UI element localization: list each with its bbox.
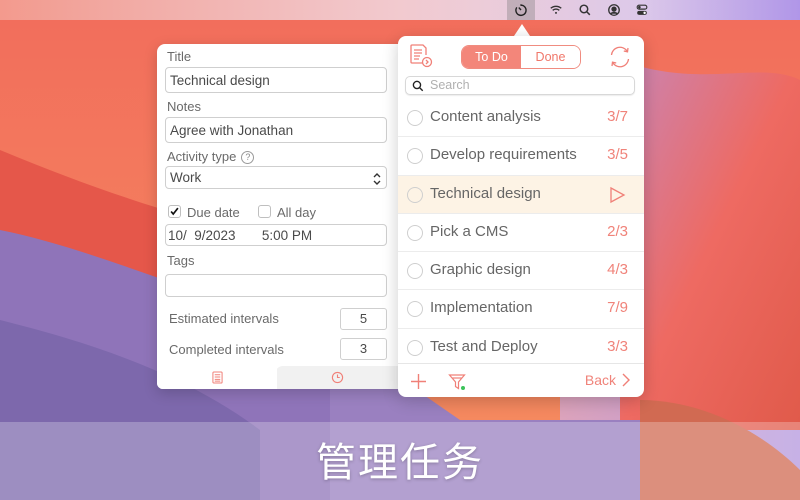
due-date-picker[interactable]: 10/ 9/2023 5:00 PM	[165, 224, 387, 246]
task-name: Pick a CMS	[430, 222, 509, 240]
task-row[interactable]: Implementation 7/9	[398, 290, 644, 329]
task-row-selected[interactable]: Technical design	[398, 175, 644, 214]
back-button[interactable]: Back	[585, 372, 630, 388]
task-name: Develop requirements	[430, 146, 577, 164]
search-icon[interactable]	[571, 0, 599, 20]
task-row[interactable]: Develop requirements 3/5	[398, 137, 644, 176]
complete-task-checkbox[interactable]	[407, 301, 423, 318]
complete-task-checkbox[interactable]	[407, 263, 423, 280]
play-icon[interactable]	[608, 186, 626, 204]
wifi-icon[interactable]	[542, 0, 570, 20]
user-account-icon[interactable]	[600, 0, 628, 20]
tags-field[interactable]	[165, 274, 387, 297]
control-center-icon[interactable]	[628, 0, 656, 20]
task-list: Content analysis 3/7 Develop requirement…	[398, 99, 644, 367]
task-row[interactable]: Graphic design 4/3	[398, 252, 644, 291]
timer-tab[interactable]	[275, 366, 400, 389]
timer-icon[interactable]	[507, 0, 535, 20]
estimated-intervals-label: Estimated intervals	[169, 311, 279, 326]
search-placeholder: Search	[430, 78, 470, 92]
task-row[interactable]: Content analysis 3/7	[398, 99, 644, 138]
sync-icon[interactable]	[607, 44, 633, 70]
details-tab[interactable]	[157, 366, 277, 389]
task-row[interactable]: Pick a CMS 2/3	[398, 214, 644, 253]
task-editor-panel: Title Technical design Notes Agree with …	[157, 44, 400, 389]
complete-task-checkbox[interactable]	[407, 148, 423, 165]
activity-type-label: Activity type?	[167, 149, 255, 164]
task-interval-count: 3/3	[607, 337, 628, 355]
due-date-checkbox[interactable]	[168, 205, 181, 218]
popover-arrow	[514, 24, 530, 36]
activity-type-value: Work	[170, 170, 202, 185]
task-interval-count: 3/5	[607, 146, 628, 164]
all-day-checkbox[interactable]	[258, 205, 271, 218]
task-row[interactable]: Test and Deploy 3/3	[398, 329, 644, 367]
promo-caption: 管理任务	[316, 440, 484, 486]
filter-active-dot	[461, 386, 465, 390]
popover-footer: Back	[398, 363, 644, 397]
task-name: Graphic design	[430, 261, 531, 279]
task-name: Content analysis	[430, 108, 541, 125]
complete-task-checkbox[interactable]	[407, 339, 423, 356]
task-interval-count: 7/9	[607, 299, 628, 317]
task-interval-count: 2/3	[607, 222, 628, 240]
done-segment[interactable]: Done	[521, 46, 580, 68]
task-details-icon[interactable]	[409, 43, 433, 69]
todo-segment[interactable]: To Do	[462, 46, 521, 68]
menu-bar	[0, 0, 800, 20]
todo-done-segmented-control: To Do Done	[461, 45, 581, 69]
all-day-label: All day	[277, 205, 317, 220]
add-task-icon[interactable]	[410, 373, 427, 390]
task-interval-count: 4/3	[607, 261, 628, 279]
editor-tab-bar	[157, 366, 400, 389]
title-label: Title	[167, 49, 192, 64]
filter-icon[interactable]	[448, 373, 468, 391]
tags-label: Tags	[167, 253, 195, 268]
complete-task-checkbox[interactable]	[407, 110, 423, 126]
title-field[interactable]: Technical design	[165, 67, 387, 93]
search-input[interactable]: Search	[405, 76, 635, 95]
completed-intervals-field[interactable]: 3	[340, 338, 387, 360]
activity-type-select[interactable]: Work	[165, 166, 387, 189]
estimated-intervals-field[interactable]: 5	[340, 308, 387, 330]
complete-task-checkbox[interactable]	[407, 224, 423, 241]
clock-icon	[331, 371, 344, 384]
notes-label: Notes	[167, 99, 201, 114]
notes-field[interactable]: Agree with Jonathan	[165, 117, 387, 143]
task-list-popover: To Do Done Search Content analysis 3/7 D…	[398, 36, 644, 397]
complete-task-checkbox[interactable]	[407, 186, 423, 203]
select-arrows-icon	[373, 173, 381, 185]
task-name: Test and Deploy	[430, 337, 538, 355]
completed-intervals-label: Completed intervals	[169, 342, 284, 357]
back-label: Back	[584, 372, 616, 388]
task-name: Implementation	[430, 299, 533, 317]
checkmark-icon	[170, 207, 179, 216]
search-icon	[412, 80, 424, 92]
activity-type-label-text: Activity type	[167, 149, 237, 164]
help-icon[interactable]: ?	[241, 151, 255, 164]
task-name: Technical design	[430, 184, 541, 202]
task-interval-count: 3/7	[607, 108, 628, 125]
document-icon	[211, 371, 223, 384]
chevron-right-icon	[622, 373, 630, 387]
due-date-label: Due date	[187, 205, 240, 220]
